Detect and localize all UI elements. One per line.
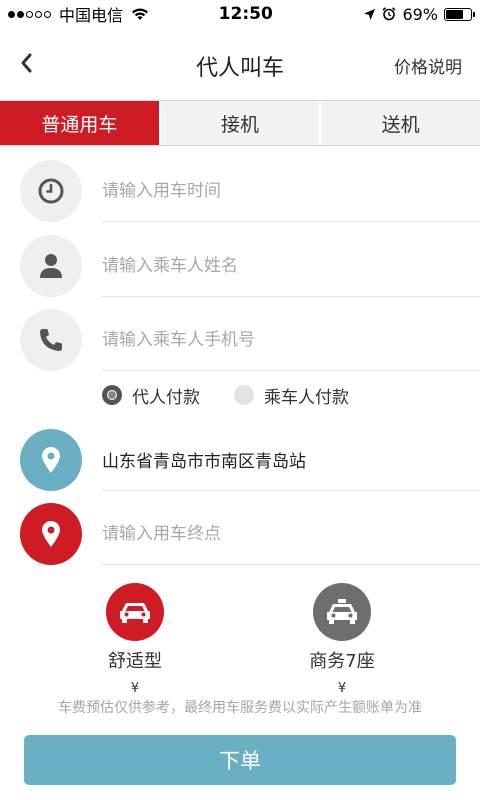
payment-options: 代人付款 乘车人付款 [102,380,480,410]
passenger-phone-input[interactable] [102,329,480,350]
phone-row [0,309,480,383]
car-icon-circle [313,583,371,641]
price-explanation-link[interactable]: 价格说明 [394,53,462,78]
car-type-business-7-seat[interactable]: 商务7座 ¥ [282,583,402,696]
car-type-label: 商务7座 [309,651,375,672]
wifi-icon [132,8,149,20]
car-type-price: ¥ [130,681,140,696]
status-bar: 中国电信 12:50 69% [0,0,480,28]
phone-field [102,309,480,371]
car-icon-circle [106,583,164,641]
back-button[interactable] [14,48,38,78]
time-icon-circle [20,160,82,222]
ride-type-tabs: 普通用车 接机 送机 [0,100,480,146]
time-row [0,160,480,234]
name-icon-circle [20,235,82,297]
radio-unchecked-icon [234,385,254,405]
chevron-left-icon [21,53,32,73]
passenger-pays-label: 乘车人付款 [264,387,349,408]
passenger-name-input[interactable] [102,255,480,276]
place-order-button[interactable]: 下单 [24,735,456,785]
signal-strength-icon [8,10,51,18]
pay-for-passenger-option[interactable]: 代人付款 [102,383,200,408]
status-right: 69% [363,4,475,24]
destination-input[interactable] [102,523,480,544]
name-field [102,235,480,297]
carrier-name: 中国电信 [59,6,124,25]
tab-regular-ride[interactable]: 普通用车 [0,101,159,145]
car-icon [120,603,150,623]
start-location-row: 山东省青岛市市南区青岛站 [0,429,480,503]
person-icon [40,254,62,278]
car-type-comfort[interactable]: 舒适型 ¥ [75,583,195,696]
ride-time-input[interactable] [102,180,480,201]
destination-icon-circle [20,503,82,565]
location-pin-icon [42,447,60,473]
status-time: 12:50 [218,4,273,24]
taxi-icon [327,599,357,624]
radio-checked-icon [102,385,122,405]
time-field [102,160,480,222]
phone-icon-circle [20,309,82,371]
alarm-clock-icon [382,7,396,21]
location-pin-icon [42,521,60,547]
phone-icon [40,329,62,351]
name-row [0,235,480,309]
destination-field [102,503,480,565]
passenger-pays-option[interactable]: 乘车人付款 [234,383,349,408]
pay-for-passenger-label: 代人付款 [132,387,200,408]
destination-row [0,503,480,577]
start-location-value: 山东省青岛市市南区青岛站 [102,452,306,472]
battery-icon [444,7,475,21]
nav-bar: 代人叫车 价格说明 [0,28,480,100]
location-arrow-icon [364,8,376,20]
fare-estimate-note: 车费预估仅供参考，最终用车服务费以实际产生额账单为准 [58,700,422,716]
clock-icon [38,178,64,204]
status-left: 中国电信 [8,2,188,26]
start-location-field[interactable]: 山东省青岛市市南区青岛站 [102,429,480,491]
car-type-price: ¥ [337,681,347,696]
start-icon-circle [20,429,82,491]
tab-airport-dropoff[interactable]: 送机 [319,101,480,145]
battery-percent: 69% [402,4,438,24]
car-type-label: 舒适型 [108,651,162,672]
tab-airport-pickup[interactable]: 接机 [158,101,320,145]
